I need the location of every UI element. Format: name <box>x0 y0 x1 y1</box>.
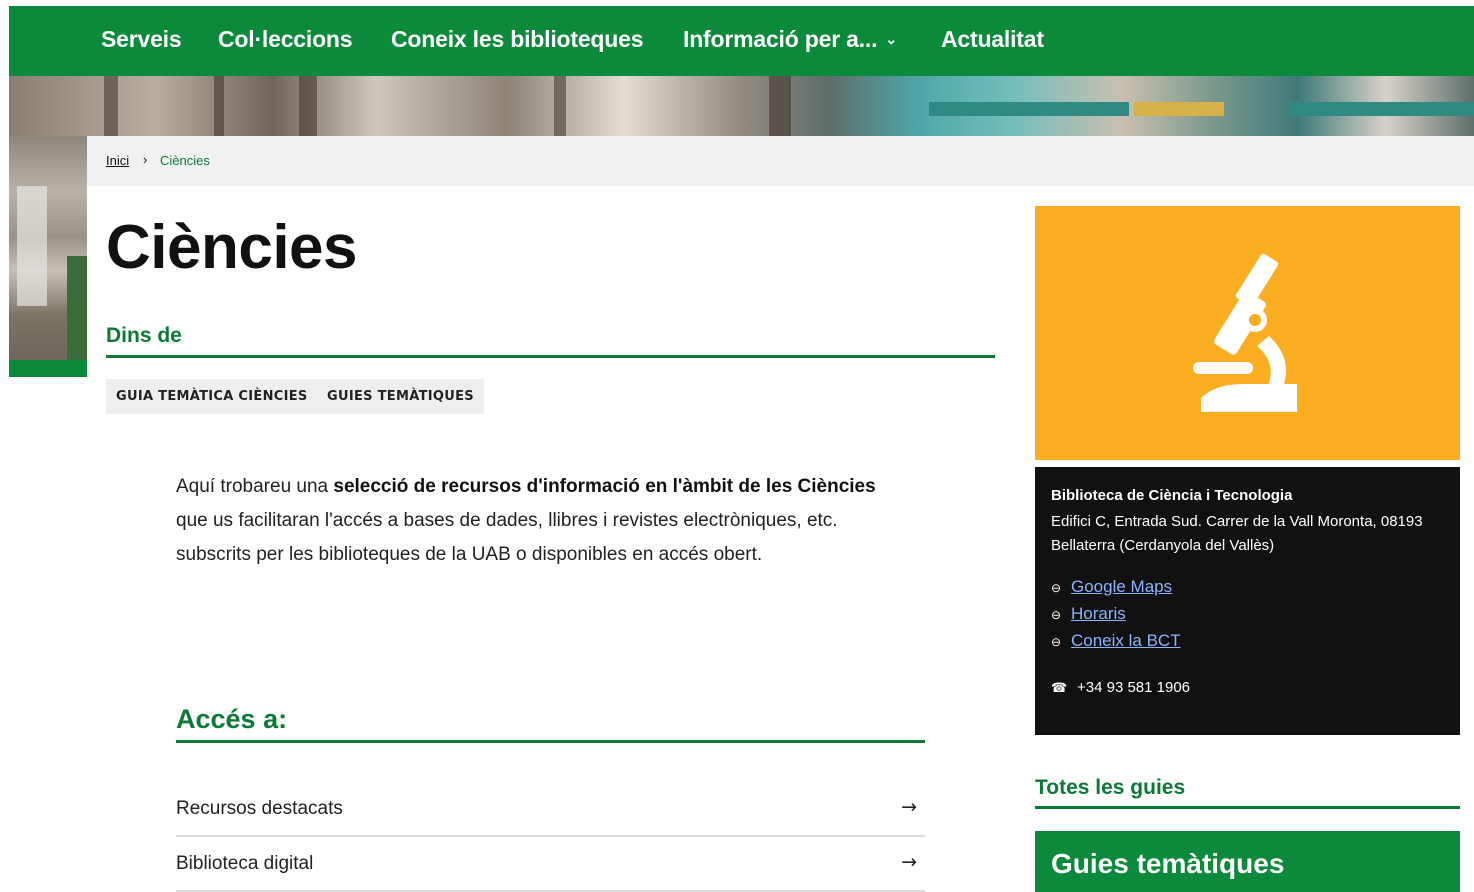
link-icon: ⊖ <box>1051 635 1062 649</box>
phone-icon: ☎ <box>1051 680 1068 695</box>
library-name: Biblioteca de Ciència i Tecnologia <box>1051 487 1293 504</box>
horaris-link[interactable]: Horaris <box>1071 604 1126 623</box>
phone-row: ☎ +34 93 581 1906 <box>1051 679 1190 696</box>
link-google-maps: ⊖ Google Maps <box>1051 577 1172 597</box>
nav-item-actualitat[interactable]: Actualitat <box>941 26 1044 53</box>
divider <box>1035 806 1460 809</box>
nav-item-informacio-per-a[interactable]: Informació per a... ⌄ <box>683 26 897 53</box>
google-maps-link[interactable]: Google Maps <box>1071 577 1172 596</box>
link-coneix-bct: ⊖ Coneix la BCT <box>1051 631 1181 651</box>
green-accent-strip <box>9 360 87 377</box>
tag-guies-tematiques[interactable]: GUIES TEMÀTIQUES <box>317 379 484 414</box>
link-horaris: ⊖ Horaris <box>1051 604 1126 624</box>
breadcrumb: Inici › Ciències <box>87 136 1474 186</box>
guies-tematiques-title: Guies temàtiques <box>1051 848 1285 879</box>
microscope-illustration <box>1035 206 1460 460</box>
intro-text-2: que us facilitaran l'accés a bases de da… <box>176 510 838 565</box>
acces-heading: Accés a: <box>176 704 288 734</box>
tag-guia-tematica-ciencies[interactable]: GUIA TEMÀTICA CIÈNCIES <box>106 379 318 414</box>
breadcrumb-current: Ciències <box>160 153 210 168</box>
guies-tematiques-box[interactable]: Guies temàtiques <box>1035 831 1460 892</box>
chevron-down-icon: ⌄ <box>885 31 897 47</box>
acces-item-recursos-destacats[interactable]: Recursos destacats → <box>176 783 925 837</box>
hero-image <box>9 76 1474 136</box>
intro-bold: selecció de recursos d'informació en l'à… <box>333 476 876 497</box>
hero-image-side <box>9 136 87 360</box>
acces-item-biblioteca-digital[interactable]: Biblioteca digital → <box>176 838 925 892</box>
phone-number[interactable]: +34 93 581 1906 <box>1077 679 1190 696</box>
arrow-right-icon: → <box>901 851 917 873</box>
page-title: Ciències <box>106 213 358 282</box>
link-icon: ⊖ <box>1051 608 1062 622</box>
nav-item-coneix-biblioteques[interactable]: Coneix les biblioteques <box>391 26 643 53</box>
microscope-icon <box>1193 253 1297 412</box>
dins-de-heading: Dins de <box>106 324 182 347</box>
totes-les-guies-link[interactable]: Totes les guies <box>1035 776 1185 800</box>
acces-item-label: Biblioteca digital <box>176 853 314 874</box>
coneix-bct-link[interactable]: Coneix la BCT <box>1071 631 1181 650</box>
arrow-right-icon: → <box>901 796 917 818</box>
nav-item-colleccions[interactable]: Col·leccions <box>218 26 353 53</box>
nav-item-informacio-label: Informació per a... <box>683 26 878 52</box>
library-address: Edifici C, Entrada Sud. Carrer de la Val… <box>1051 513 1423 554</box>
intro-paragraph: Aquí trobareu una selecció de recursos d… <box>176 470 896 572</box>
top-navigation: Serveis Col·leccions Coneix les bibliote… <box>9 6 1474 76</box>
library-info-box: Biblioteca de Ciència i Tecnologia Edifi… <box>1035 467 1460 735</box>
nav-item-serveis[interactable]: Serveis <box>101 26 182 53</box>
link-icon: ⊖ <box>1051 581 1062 595</box>
divider <box>106 355 995 358</box>
acces-item-label: Recursos destacats <box>176 798 343 819</box>
intro-text-1: Aquí trobareu una <box>176 476 334 497</box>
breadcrumb-separator: › <box>143 152 148 167</box>
divider <box>176 740 925 743</box>
breadcrumb-home-link[interactable]: Inici <box>106 153 129 168</box>
